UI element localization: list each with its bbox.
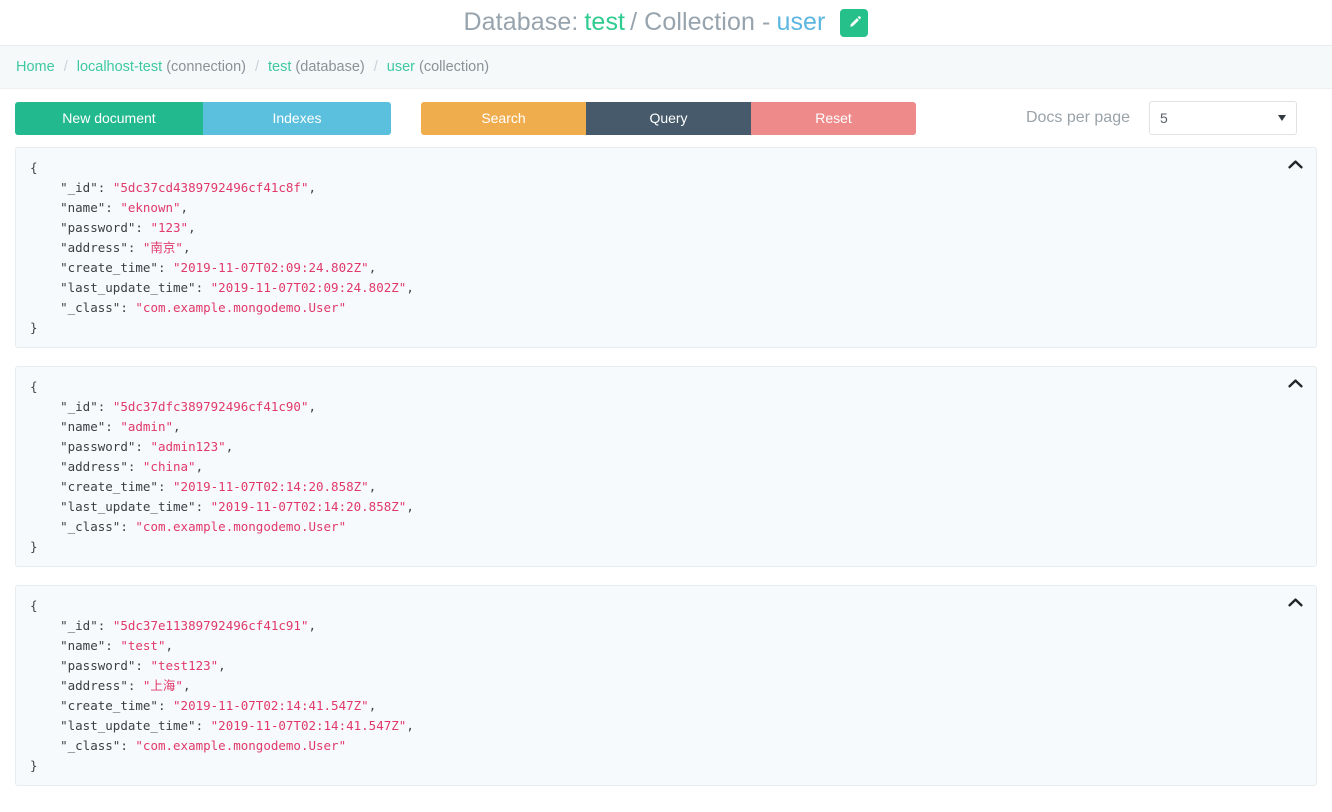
new-document-button[interactable]: New document [15, 101, 203, 135]
breadcrumb-collection[interactable]: user (collection) [387, 59, 489, 75]
json-value: "com.example.mongodemo.User" [135, 738, 347, 753]
breadcrumb-database[interactable]: test (database) [268, 59, 365, 75]
collapse-document-button[interactable] [1284, 374, 1306, 396]
query-actions-group: Search Query Reset [421, 101, 916, 135]
json-value: "2019-11-07T02:14:20.858Z" [173, 479, 369, 494]
json-key: "_id" [60, 618, 98, 633]
chevron-down-icon [1278, 115, 1286, 121]
breadcrumb-database-suffix: (database) [295, 59, 365, 75]
document-actions-group: New document Indexes [15, 101, 391, 135]
breadcrumb-separator: / [63, 59, 68, 75]
document-json: { "_id": "5dc37e11389792496cf41c91", "na… [30, 598, 414, 773]
breadcrumb-connection-name[interactable]: localhost-test [77, 59, 162, 75]
json-key: "password" [60, 439, 136, 454]
json-key: "_class" [60, 300, 121, 315]
json-key: "name" [60, 419, 106, 434]
indexes-button[interactable]: Indexes [203, 101, 391, 135]
document-json: { "_id": "5dc37dfc389792496cf41c90", "na… [30, 379, 414, 554]
breadcrumb-connection-suffix: (connection) [166, 59, 246, 75]
page-title-prefix: Database: [463, 8, 579, 36]
page-title: Database: test / Collection - user [464, 8, 869, 37]
json-value: "2019-11-07T02:14:20.858Z" [210, 499, 407, 514]
json-value: "com.example.mongodemo.User" [135, 300, 347, 315]
pencil-icon [847, 15, 862, 30]
collapse-document-button[interactable] [1284, 593, 1306, 615]
breadcrumb-collection-name[interactable]: user [387, 59, 415, 75]
collapse-document-button[interactable] [1284, 155, 1306, 177]
json-key: "address" [60, 240, 128, 255]
json-key: "last_update_time" [60, 499, 196, 514]
search-button[interactable]: Search [421, 101, 586, 135]
page-header: Database: test / Collection - user [0, 0, 1332, 46]
json-key: "address" [60, 678, 128, 693]
json-key: "create_time" [60, 479, 158, 494]
json-key: "_class" [60, 738, 121, 753]
document-card: { "_id": "5dc37cd4389792496cf41c8f", "na… [15, 147, 1317, 348]
json-value: "5dc37cd4389792496cf41c8f" [112, 180, 309, 195]
chevron-up-icon [1287, 376, 1303, 394]
page-title-database: test [584, 8, 626, 36]
json-key: "address" [60, 459, 128, 474]
json-value: "eknown" [120, 200, 181, 215]
json-key: "password" [60, 658, 136, 673]
breadcrumb-collection-suffix: (collection) [419, 59, 490, 75]
breadcrumb-separator: / [373, 59, 378, 75]
json-key: "_class" [60, 519, 121, 534]
breadcrumb-database-name[interactable]: test [268, 59, 291, 75]
json-key: "name" [60, 638, 106, 653]
json-value: "china" [142, 459, 196, 474]
json-key: "_id" [60, 399, 98, 414]
json-key: "last_update_time" [60, 718, 196, 733]
json-key: "_id" [60, 180, 98, 195]
json-value: "5dc37e11389792496cf41c91" [112, 618, 309, 633]
docs-per-page-select[interactable]: 5 [1149, 101, 1297, 135]
json-value: "上海" [142, 678, 183, 693]
breadcrumb-home[interactable]: Home [16, 59, 55, 75]
json-value: "2019-11-07T02:14:41.547Z" [173, 698, 369, 713]
document-card: { "_id": "5dc37e11389792496cf41c91", "na… [15, 585, 1317, 786]
json-value: "2019-11-07T02:14:41.547Z" [210, 718, 407, 733]
json-key: "create_time" [60, 260, 158, 275]
query-button[interactable]: Query [586, 101, 751, 135]
json-key: "last_update_time" [60, 280, 196, 295]
breadcrumb-separator: / [254, 59, 260, 75]
json-value: "5dc37dfc389792496cf41c90" [112, 399, 309, 414]
json-value: "南京" [142, 240, 183, 255]
page-title-separator: / Collection - [630, 8, 771, 36]
breadcrumb-connection[interactable]: localhost-test (connection) [77, 59, 246, 75]
chevron-up-icon [1287, 595, 1303, 613]
document-card: { "_id": "5dc37dfc389792496cf41c90", "na… [15, 366, 1317, 567]
json-value: "admin" [120, 419, 174, 434]
chevron-up-icon [1287, 157, 1303, 175]
json-value: "2019-11-07T02:09:24.802Z" [210, 280, 407, 295]
page-title-collection: user [776, 8, 826, 36]
reset-button[interactable]: Reset [751, 101, 916, 135]
docs-per-page-value: 5 [1160, 110, 1168, 126]
docs-per-page-label: Docs per page [1025, 109, 1130, 126]
json-value: "123" [150, 220, 189, 235]
json-key: "name" [60, 200, 106, 215]
breadcrumb: Home / localhost-test (connection) / tes… [0, 46, 1332, 89]
document-list: { "_id": "5dc37cd4389792496cf41c8f", "na… [0, 147, 1332, 786]
edit-collection-button[interactable] [840, 8, 869, 37]
json-key: "create_time" [60, 698, 158, 713]
json-value: "2019-11-07T02:09:24.802Z" [173, 260, 369, 275]
json-value: "test123" [150, 658, 219, 673]
json-value: "admin123" [150, 439, 226, 454]
json-value: "test" [120, 638, 166, 653]
json-value: "com.example.mongodemo.User" [135, 519, 347, 534]
document-json: { "_id": "5dc37cd4389792496cf41c8f", "na… [30, 160, 414, 335]
json-key: "password" [60, 220, 136, 235]
toolbar: New document Indexes Search Query Reset … [0, 89, 1332, 147]
